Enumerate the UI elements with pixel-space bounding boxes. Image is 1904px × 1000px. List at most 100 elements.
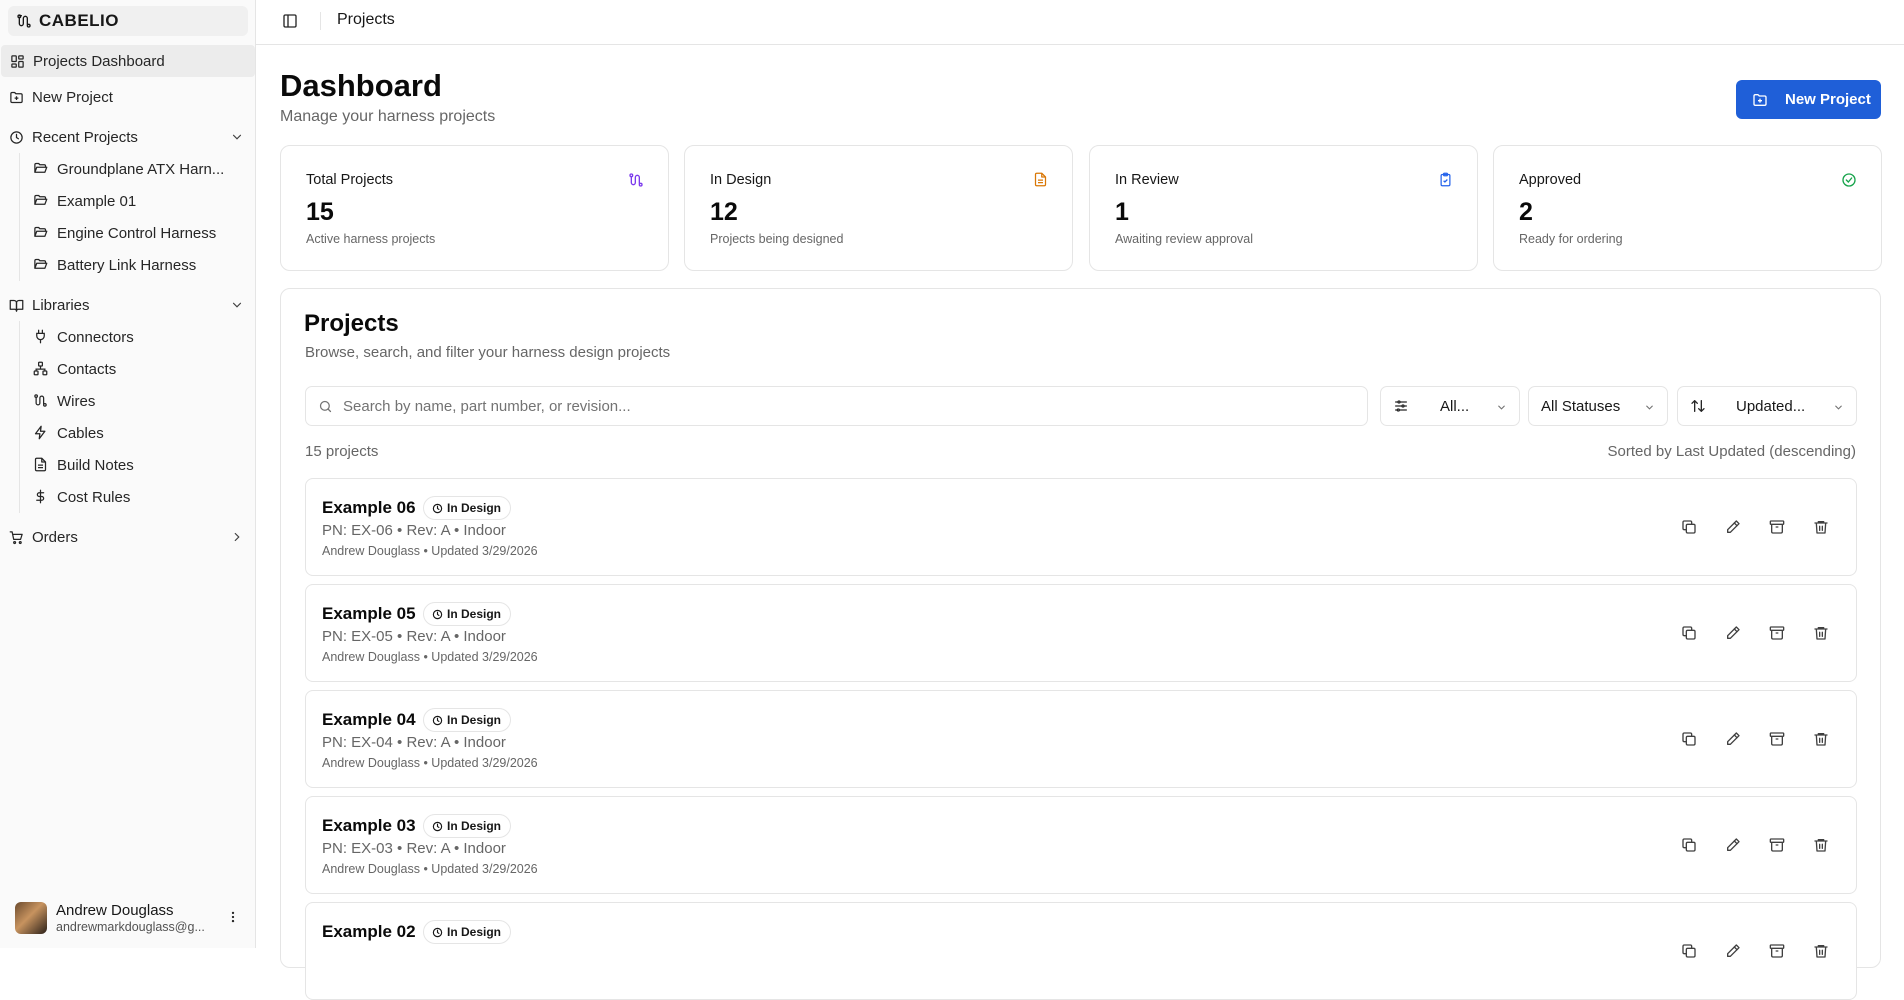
recent-project-label: Battery Link Harness [57,256,197,274]
select-value: All Statuses [1541,397,1621,415]
copy-icon[interactable] [1681,731,1697,747]
recent-project-label: Groundplane ATX Harn... [57,160,225,178]
type-filter-select[interactable]: All... [1380,386,1520,426]
trash-icon[interactable] [1813,943,1829,959]
status-badge: In Design [423,814,512,838]
archive-icon[interactable] [1769,519,1785,535]
nav-label: Libraries [32,296,90,314]
project-card[interactable]: Example 03 In Design PN: EX-03 • Rev: A … [305,796,1857,894]
trash-icon[interactable] [1813,625,1829,641]
wiring-icon [16,13,32,29]
project-name[interactable]: Example 04 [322,710,416,730]
status-badge: In Design [423,708,512,732]
select-value: All... [1440,397,1470,415]
nav-label: New Project [32,88,113,106]
recent-project-item[interactable]: Engine Control Harness [34,217,217,249]
stat-description: Awaiting review approval [1115,232,1254,246]
archive-icon[interactable] [1769,837,1785,853]
project-actions [1681,731,1829,747]
page-subtitle: Manage your harness projects [280,108,496,125]
recent-project-item[interactable]: Groundplane ATX Harn... [34,153,225,185]
bolt-icon [33,425,48,440]
brand-name: CABELIO [39,11,119,30]
nav-new-project[interactable]: New Project [0,81,256,113]
folder-open-icon [33,257,48,272]
copy-icon[interactable] [1681,837,1697,853]
project-card[interactable]: Example 05 In Design PN: EX-05 • Rev: A … [305,584,1857,682]
page-title: Dashboard [280,68,442,103]
trash-icon[interactable] [1813,731,1829,747]
stat-value: 15 [306,198,334,226]
projects-subtitle: Browse, search, and filter your harness … [305,344,671,361]
project-name[interactable]: Example 02 [322,922,416,942]
stat-value: 12 [710,198,738,226]
new-project-button[interactable]: New Project [1736,80,1881,119]
status-label: In Design [447,713,502,727]
project-footer: Andrew Douglass • Updated 3/29/2026 [322,862,538,876]
status-badge: In Design [423,496,512,520]
library-item-cables[interactable]: Cables [34,417,104,449]
project-card[interactable]: Example 06 In Design PN: EX-06 • Rev: A … [305,478,1857,576]
library-item-connectors[interactable]: Connectors [36,321,134,353]
status-filter-select[interactable]: All Statuses [1528,386,1668,426]
edit-icon[interactable] [1725,625,1741,641]
more-vertical-icon[interactable] [226,910,240,924]
avatar [15,902,47,934]
library-item-cost-rules[interactable]: Cost Rules [36,481,130,513]
nav-recent-projects[interactable]: Recent Projects [0,121,256,153]
status-badge: In Design [423,602,512,626]
library-item-wires[interactable]: Wires [34,385,95,417]
nav-projects-dashboard[interactable]: Projects Dashboard [1,45,255,77]
project-footer: Andrew Douglass • Updated 3/29/2026 [322,756,538,770]
stat-label: In Design [710,172,772,188]
edit-icon[interactable] [1725,731,1741,747]
sidebar-toggle-icon[interactable] [282,13,298,29]
archive-icon[interactable] [1769,943,1785,959]
dashboard-icon [10,54,25,69]
archive-icon[interactable] [1769,625,1785,641]
archive-icon[interactable] [1769,731,1785,747]
library-item-build-notes[interactable]: Build Notes [34,449,134,481]
divider [320,12,321,30]
book-open-icon [9,298,24,313]
project-footer: Andrew Douglass • Updated 3/29/2026 [322,544,538,558]
search-input[interactable] [343,397,1323,415]
stat-card-total: Total Projects 15 Active harness project… [280,145,669,271]
sort-arrows-icon [1690,398,1706,414]
edit-icon[interactable] [1725,519,1741,535]
sort-select[interactable]: Updated... [1677,386,1857,426]
brand-logo[interactable]: CABELIO [8,6,248,36]
library-item-contacts[interactable]: Contacts [33,353,117,385]
project-name[interactable]: Example 06 [322,498,416,518]
copy-icon[interactable] [1681,625,1697,641]
status-badge: In Design [423,920,512,944]
tree-line [19,321,20,513]
trash-icon[interactable] [1813,519,1829,535]
copy-icon[interactable] [1681,943,1697,959]
nav-orders[interactable]: Orders [0,521,256,553]
stat-label: Total Projects [306,172,394,188]
trash-icon[interactable] [1813,837,1829,853]
project-name[interactable]: Example 05 [322,604,416,624]
recent-project-item[interactable]: Example 01 [34,185,136,217]
user-menu[interactable]: Andrew Douglass andrewmarkdouglass@g... [8,894,248,942]
library-label: Build Notes [57,456,134,474]
status-label: In Design [447,819,502,833]
edit-icon[interactable] [1725,943,1741,959]
nav-label: Orders [32,528,78,546]
copy-icon[interactable] [1681,519,1697,535]
recent-project-label: Engine Control Harness [57,224,217,242]
edit-icon[interactable] [1725,837,1741,853]
stat-value: 1 [1115,198,1129,226]
library-label: Contacts [57,360,117,378]
chevron-down-icon [1833,402,1844,413]
project-card[interactable]: Example 02 In Design [305,902,1857,1000]
project-name[interactable]: Example 03 [322,816,416,836]
sliders-icon [1393,398,1409,414]
nav-libraries[interactable]: Libraries [0,289,256,321]
recent-project-item[interactable]: Battery Link Harness [34,249,197,281]
project-meta: PN: EX-06 • Rev: A • Indoor [322,522,506,539]
project-card[interactable]: Example 04 In Design PN: EX-04 • Rev: A … [305,690,1857,788]
nav-label: Recent Projects [32,128,138,146]
project-footer: Andrew Douglass • Updated 3/29/2026 [322,650,538,664]
